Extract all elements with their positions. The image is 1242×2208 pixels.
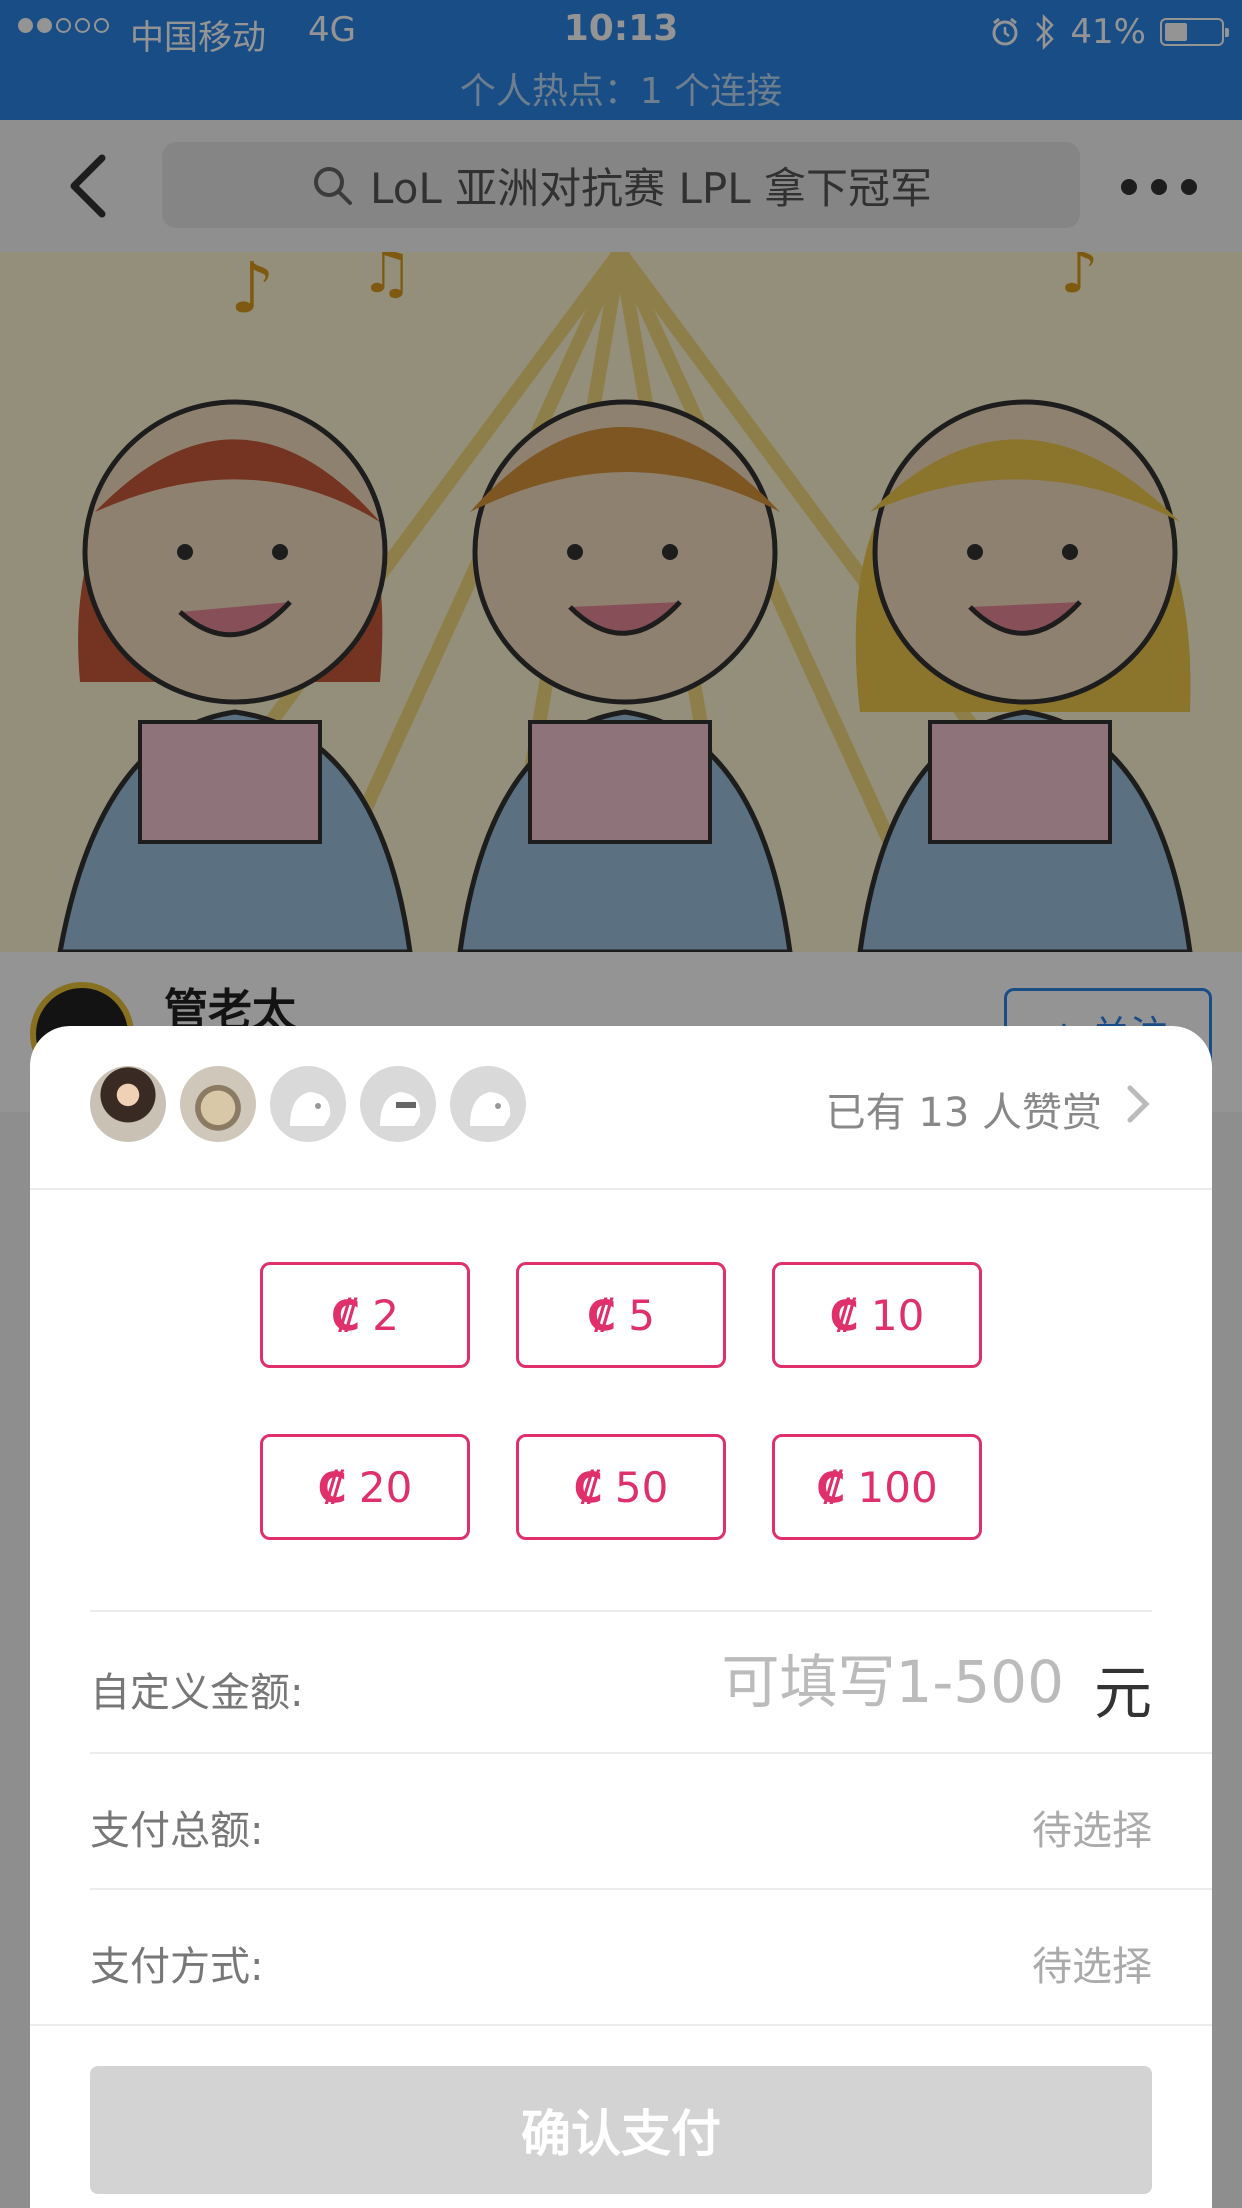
amount-value: 5	[628, 1290, 655, 1340]
payment-method-row[interactable]: 支付方式: 待选择	[90, 1890, 1152, 2026]
amount-option-button[interactable]: ₡ 100	[772, 1434, 982, 1540]
tipper-avatar	[90, 1066, 166, 1142]
coin-icon: ₡	[587, 1290, 617, 1340]
tip-count-text: 已有 13 人赞赏	[825, 1090, 1102, 1136]
amount-value: 20	[358, 1462, 413, 1512]
amount-value: 2	[372, 1290, 399, 1340]
tipper-avatar-placeholder-icon	[450, 1066, 526, 1142]
amount-option-button[interactable]: ₡ 5	[516, 1262, 726, 1368]
payment-method-value: 待选择	[1032, 1944, 1152, 1990]
confirm-payment-button[interactable]: 确认支付	[90, 2066, 1152, 2194]
tipper-avatar-placeholder-icon	[270, 1066, 346, 1142]
total-amount-label: 支付总额:	[90, 1808, 264, 1854]
tip-payment-sheet: 已有 13 人赞赏 ₡2₡5₡10₡20₡50₡100 自定义金额: 元 支付总…	[30, 1026, 1212, 2208]
amount-value: 50	[614, 1462, 669, 1512]
amount-value: 10	[870, 1290, 925, 1340]
total-amount-value: 待选择	[1032, 1808, 1152, 1854]
tippers-row[interactable]: 已有 13 人赞赏	[30, 1026, 1212, 1190]
coin-icon: ₡	[829, 1290, 859, 1340]
amount-option-button[interactable]: ₡ 10	[772, 1262, 982, 1368]
amount-option-button[interactable]: ₡ 20	[260, 1434, 470, 1540]
total-amount-row: 支付总额: 待选择	[90, 1754, 1152, 1890]
payment-method-label: 支付方式:	[90, 1944, 264, 1990]
amount-option-button[interactable]: ₡ 2	[260, 1262, 470, 1368]
coin-icon: ₡	[317, 1462, 347, 1512]
tipper-avatar-placeholder-icon	[360, 1066, 436, 1142]
custom-amount-input[interactable]	[562, 1638, 1066, 1726]
coin-icon: ₡	[331, 1290, 361, 1340]
amount-value: 100	[857, 1462, 938, 1512]
amount-option-button[interactable]: ₡ 50	[516, 1434, 726, 1540]
currency-unit: 元	[1093, 1659, 1152, 1727]
divider	[30, 2024, 1212, 2026]
tipper-avatar	[180, 1066, 256, 1142]
custom-amount-label: 自定义金额:	[90, 1670, 304, 1716]
custom-amount-row: 自定义金额: 元	[90, 1612, 1152, 1752]
tipper-avatars	[90, 1066, 526, 1142]
coin-icon: ₡	[816, 1462, 846, 1512]
chevron-right-icon	[1127, 1085, 1150, 1123]
amount-options: ₡ 2 ₡ 5 ₡ 10 ₡ 20 ₡ 50 ₡ 100	[260, 1262, 982, 1540]
coin-icon: ₡	[573, 1462, 603, 1512]
